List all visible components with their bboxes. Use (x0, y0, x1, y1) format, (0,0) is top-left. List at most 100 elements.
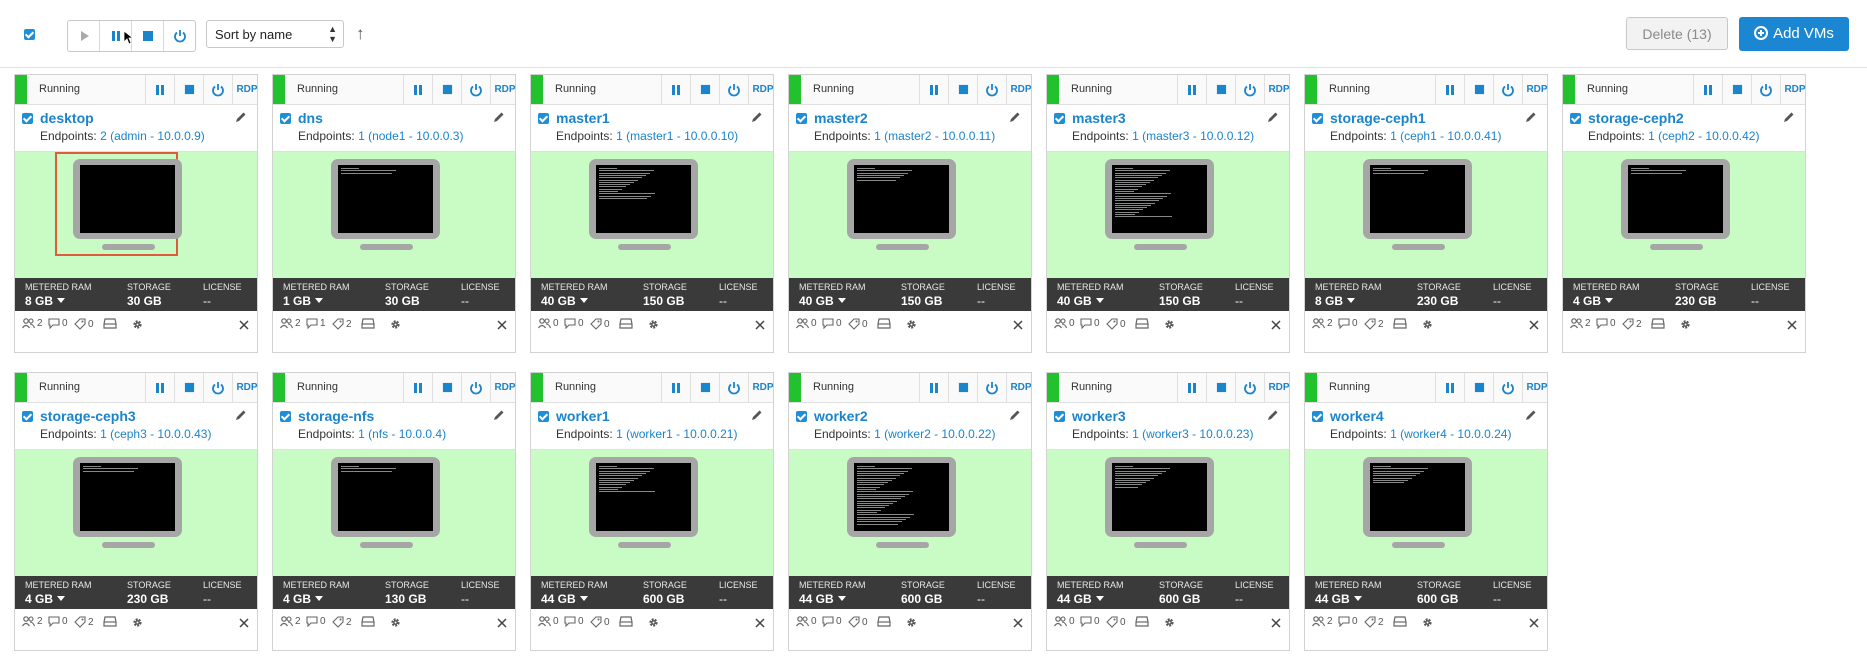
ram-dropdown[interactable]: 8 GB (1315, 294, 1356, 308)
disks-button[interactable] (1135, 616, 1149, 627)
delete-vm-button[interactable] (1013, 317, 1023, 335)
delete-vm-button[interactable] (755, 317, 765, 335)
vm-name-link[interactable]: worker4 (1330, 408, 1384, 424)
settings-button[interactable] (1421, 318, 1434, 331)
vm-console-thumbnail[interactable] (531, 151, 773, 278)
vm-console-thumbnail[interactable] (273, 449, 515, 576)
users-count[interactable]: 2 (280, 616, 301, 627)
tags-count[interactable]: 2 (332, 318, 352, 330)
vm-checkbox[interactable] (538, 411, 549, 422)
comments-count[interactable]: 0 (564, 318, 584, 329)
vm-console-thumbnail[interactable] (789, 151, 1031, 278)
endpoints-link[interactable]: 1 (ceph2 - 10.0.0.42) (1648, 129, 1759, 143)
delete-vm-button[interactable] (1271, 615, 1281, 633)
users-count[interactable]: 0 (1054, 318, 1075, 329)
users-count[interactable]: 0 (538, 318, 559, 329)
delete-vm-button[interactable] (1013, 615, 1023, 633)
vm-console-thumbnail[interactable] (789, 449, 1031, 576)
vm-checkbox[interactable] (538, 113, 549, 124)
stop-vm-button[interactable] (1722, 75, 1751, 104)
endpoints-link[interactable]: 1 (node1 - 10.0.0.3) (358, 129, 463, 143)
power-vm-button[interactable] (977, 75, 1006, 104)
edit-vm-button[interactable] (235, 408, 247, 426)
vm-name-link[interactable]: master1 (556, 110, 610, 126)
pause-vm-button[interactable] (403, 373, 432, 402)
stop-vm-button[interactable] (432, 373, 461, 402)
settings-button[interactable] (1163, 616, 1176, 629)
ram-dropdown[interactable]: 40 GB (799, 294, 846, 308)
power-vm-button[interactable] (461, 75, 490, 104)
vm-name-link[interactable]: master2 (814, 110, 868, 126)
endpoints-link[interactable]: 1 (master1 - 10.0.0.10) (616, 129, 738, 143)
delete-vm-button[interactable] (239, 615, 249, 633)
vm-name-link[interactable]: worker3 (1072, 408, 1126, 424)
tags-count[interactable]: 2 (1622, 318, 1642, 330)
users-count[interactable]: 0 (796, 318, 817, 329)
vm-console-thumbnail[interactable] (15, 151, 257, 278)
disks-button[interactable] (619, 616, 633, 627)
comments-count[interactable]: 0 (48, 318, 68, 329)
vm-console-thumbnail[interactable] (1563, 151, 1805, 278)
settings-button[interactable] (389, 318, 402, 331)
vm-console-thumbnail[interactable] (1305, 449, 1547, 576)
tags-count[interactable]: 0 (590, 616, 610, 628)
vm-checkbox[interactable] (22, 113, 33, 124)
rdp-button[interactable]: RDP (1264, 373, 1293, 402)
disks-button[interactable] (361, 318, 375, 329)
stop-vm-button[interactable] (690, 373, 719, 402)
users-count[interactable]: 2 (1570, 318, 1591, 329)
pause-vm-button[interactable] (403, 75, 432, 104)
edit-vm-button[interactable] (751, 408, 763, 426)
delete-button[interactable]: Delete (13) (1626, 17, 1728, 50)
ram-dropdown[interactable]: 44 GB (1315, 592, 1362, 606)
vm-checkbox[interactable] (1312, 113, 1323, 124)
comments-count[interactable]: 0 (1338, 318, 1358, 329)
vm-name-link[interactable]: storage-ceph3 (40, 408, 136, 424)
power-vm-button[interactable] (1493, 75, 1522, 104)
pause-vm-button[interactable] (919, 373, 948, 402)
users-count[interactable]: 0 (1054, 616, 1075, 627)
sort-select[interactable]: Sort by name ▲ ▼ (206, 20, 344, 48)
vm-name-link[interactable]: worker2 (814, 408, 868, 424)
endpoints-link[interactable]: 1 (nfs - 10.0.0.4) (358, 427, 446, 441)
rdp-button[interactable]: RDP (1522, 75, 1551, 104)
comments-count[interactable]: 0 (564, 616, 584, 627)
users-count[interactable]: 0 (538, 616, 559, 627)
vm-name-link[interactable]: dns (298, 110, 323, 126)
settings-button[interactable] (1679, 318, 1692, 331)
settings-button[interactable] (647, 616, 660, 629)
endpoints-link[interactable]: 2 (admin - 10.0.0.9) (100, 129, 205, 143)
users-count[interactable]: 2 (1312, 616, 1333, 627)
pause-vm-button[interactable] (661, 75, 690, 104)
rdp-button[interactable]: RDP (232, 75, 261, 104)
edit-vm-button[interactable] (493, 110, 505, 128)
disks-button[interactable] (1651, 318, 1665, 329)
stop-vm-button[interactable] (432, 75, 461, 104)
settings-button[interactable] (1421, 616, 1434, 629)
delete-vm-button[interactable] (1787, 317, 1797, 335)
power-vm-button[interactable] (1235, 75, 1264, 104)
tags-count[interactable]: 2 (1364, 318, 1384, 330)
comments-count[interactable]: 1 (306, 318, 326, 329)
power-vm-button[interactable] (203, 75, 232, 104)
edit-vm-button[interactable] (1009, 408, 1021, 426)
select-all-checkbox[interactable] (24, 29, 35, 40)
stop-vm-button[interactable] (690, 75, 719, 104)
disks-button[interactable] (361, 616, 375, 627)
tags-count[interactable]: 2 (332, 616, 352, 628)
rdp-button[interactable]: RDP (1006, 373, 1035, 402)
power-vm-button[interactable] (719, 75, 748, 104)
users-count[interactable]: 2 (22, 318, 43, 329)
endpoints-link[interactable]: 1 (master2 - 10.0.0.11) (874, 129, 995, 143)
users-count[interactable]: 0 (796, 616, 817, 627)
stop-vm-button[interactable] (948, 373, 977, 402)
stop-vm-button[interactable] (1206, 373, 1235, 402)
pause-vm-button[interactable] (1177, 373, 1206, 402)
power-vm-button[interactable] (1235, 373, 1264, 402)
vm-checkbox[interactable] (796, 113, 807, 124)
comments-count[interactable]: 0 (822, 616, 842, 627)
start-all-button[interactable] (68, 21, 100, 51)
rdp-button[interactable]: RDP (748, 75, 777, 104)
settings-button[interactable] (131, 616, 144, 629)
vm-name-link[interactable]: storage-nfs (298, 408, 374, 424)
